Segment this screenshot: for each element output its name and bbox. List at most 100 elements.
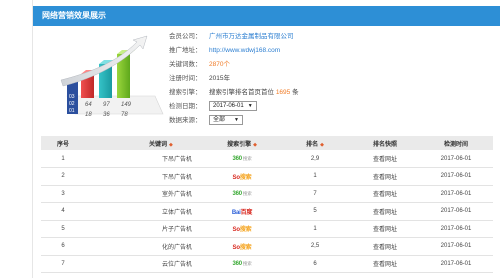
col-snapshot: 排名快照 (351, 136, 419, 150)
bar-chart-illustration: 03 02 01 64 97 149 18 36 78 (60, 35, 164, 118)
engine-sogou-logo: So搜索 (232, 227, 252, 234)
row-keyword-link[interactable]: 化的广告机 (85, 237, 205, 256)
source-select-value: 全部 (213, 117, 226, 124)
row-engine: 360搜索 (205, 185, 279, 203)
table-row: 1 下吊广告机 360搜索 2,9 查看网址 2017-06-01 (41, 150, 493, 168)
row-date: 2017-06-01 (419, 150, 493, 168)
row-snapshot-link[interactable]: 查看网址 (351, 237, 419, 256)
row-date: 2017-06-01 (419, 202, 493, 221)
row-engine: 360搜索 (205, 255, 279, 273)
art-value: 64 (85, 102, 92, 108)
row-engine: So搜索 (205, 167, 279, 186)
art-value: 18 (85, 112, 92, 118)
row-rank: 1 (279, 220, 351, 238)
row-engine: So搜索 (205, 220, 279, 238)
chevron-down-icon: ▼ (247, 103, 253, 110)
row-no: 3 (41, 185, 85, 203)
row-engine: Bai百度 (205, 202, 279, 221)
col-keyword[interactable]: 关键词 ◆ (85, 136, 205, 150)
row-engine: 360搜索 (205, 150, 279, 168)
regtime-value: 2015年 (209, 75, 230, 82)
row-date: 2017-06-01 (419, 185, 493, 203)
url-label: 推广地址： (169, 47, 202, 54)
engine-360-logo: 360搜索 (232, 190, 252, 197)
keywords-label: 关键词数： (169, 61, 202, 68)
row-keyword-link[interactable]: 片子广告机 (85, 220, 205, 238)
ranking-table: 序号 关键词 ◆ 搜索引擎 ◆ 排名 ◆ 排名快照 检测时间 1 下吊广告机 360搜索 2… (41, 136, 493, 273)
col-engine-label: 搜索引擎 (227, 141, 252, 148)
row-no: 1 (41, 150, 85, 168)
date-select-value: 2017-06-01 (213, 103, 244, 110)
row-rank: 2,5 (279, 237, 351, 256)
row-snapshot-link[interactable]: 查看网址 (351, 150, 419, 168)
art-row-label: 03 (69, 94, 75, 100)
row-rank: 2,9 (279, 150, 351, 168)
info-regtime: 注册时间： 2015年 (169, 73, 230, 85)
info-engine: 搜索引擎： 搜索引擎排名首页首位 1695 条 (169, 87, 299, 99)
row-no: 4 (41, 202, 85, 221)
row-rank: 5 (279, 202, 351, 221)
info-url: 推广地址： http://www.wdwj168.com (169, 45, 280, 57)
row-keyword-link[interactable]: 室外广告机 (85, 185, 205, 203)
row-keyword-link[interactable]: 云位广告机 (85, 255, 205, 273)
engine-suffix: 条 (292, 89, 299, 96)
row-keyword-link[interactable]: 立体广告机 (85, 202, 205, 221)
row-date: 2017-06-01 (419, 237, 493, 256)
col-no: 序号 (41, 136, 85, 150)
date-label: 检测日期： (169, 103, 202, 110)
row-snapshot-link[interactable]: 查看网址 (351, 185, 419, 203)
info-source: 数据来源： 全部 ▼ (169, 115, 243, 127)
engine-prefix: 搜索引擎排名首页首位 (209, 89, 274, 96)
row-no: 6 (41, 237, 85, 256)
sort-icon: ◆ (169, 141, 173, 148)
engine-360-logo: 360搜索 (232, 260, 252, 267)
art-value: 97 (103, 102, 110, 108)
col-date: 检测时间 (419, 136, 493, 150)
art-row-label: 02 (69, 101, 75, 107)
table-row: 2 下吊广告机 So搜索 1 查看网址 2017-06-01 (41, 167, 493, 186)
engine-360-logo: 360搜索 (232, 155, 252, 162)
col-rank[interactable]: 排名 ◆ (279, 136, 351, 150)
source-select[interactable]: 全部 ▼ (209, 115, 243, 126)
art-value: 36 (103, 112, 110, 118)
engine-count: 1695 (275, 89, 291, 96)
regtime-label: 注册时间： (169, 75, 202, 82)
engine-label: 搜索引擎： (169, 89, 202, 96)
row-rank: 6 (279, 255, 351, 273)
row-engine: So搜索 (205, 237, 279, 256)
date-select[interactable]: 2017-06-01 ▼ (209, 101, 257, 112)
col-engine[interactable]: 搜索引擎 ◆ (205, 136, 279, 150)
row-keyword-link[interactable]: 下吊广告机 (85, 150, 205, 168)
row-rank: 7 (279, 185, 351, 203)
sort-icon: ◆ (320, 141, 324, 148)
chevron-down-icon: ▼ (234, 117, 239, 124)
source-label: 数据来源： (169, 117, 202, 124)
table-header-row: 序号 关键词 ◆ 搜索引擎 ◆ 排名 ◆ 排名快照 检测时间 (41, 136, 493, 150)
results-panel: 网络营销效果展示 03 02 01 64 97 149 18 36 78 会员公… (32, 0, 500, 278)
row-rank: 1 (279, 167, 351, 186)
engine-sogou-logo: So搜索 (232, 174, 252, 181)
table-row: 3 室外广告机 360搜索 7 查看网址 2017-06-01 (41, 185, 493, 203)
engine-sogou-logo: So搜索 (232, 244, 252, 251)
art-row-label: 01 (69, 108, 75, 114)
company-link[interactable]: 广州市万达金属制品有限公司 (209, 31, 294, 43)
sort-icon: ◆ (253, 141, 257, 148)
info-keywords: 关键词数： 2870个 (169, 59, 230, 71)
row-keyword-link[interactable]: 下吊广告机 (85, 167, 205, 186)
row-date: 2017-06-01 (419, 255, 493, 273)
row-snapshot-link[interactable]: 查看网址 (351, 167, 419, 186)
row-no: 7 (41, 255, 85, 273)
row-no: 2 (41, 167, 85, 186)
company-label: 会员公司： (169, 33, 202, 40)
table-row: 7 云位广告机 360搜索 6 查看网址 2017-06-01 (41, 255, 493, 273)
row-snapshot-link[interactable]: 查看网址 (351, 220, 419, 238)
row-date: 2017-06-01 (419, 220, 493, 238)
info-date: 检测日期： 2017-06-01 ▼ (169, 101, 257, 113)
panel-header: 网络营销效果展示 (33, 6, 500, 26)
url-link[interactable]: http://www.wdwj168.com (209, 45, 280, 57)
row-snapshot-link[interactable]: 查看网址 (351, 202, 419, 221)
row-snapshot-link[interactable]: 查看网址 (351, 255, 419, 273)
row-no: 5 (41, 220, 85, 238)
engine-baidu-logo: Bai百度 (231, 209, 253, 216)
keywords-value: 2870个 (209, 61, 230, 68)
